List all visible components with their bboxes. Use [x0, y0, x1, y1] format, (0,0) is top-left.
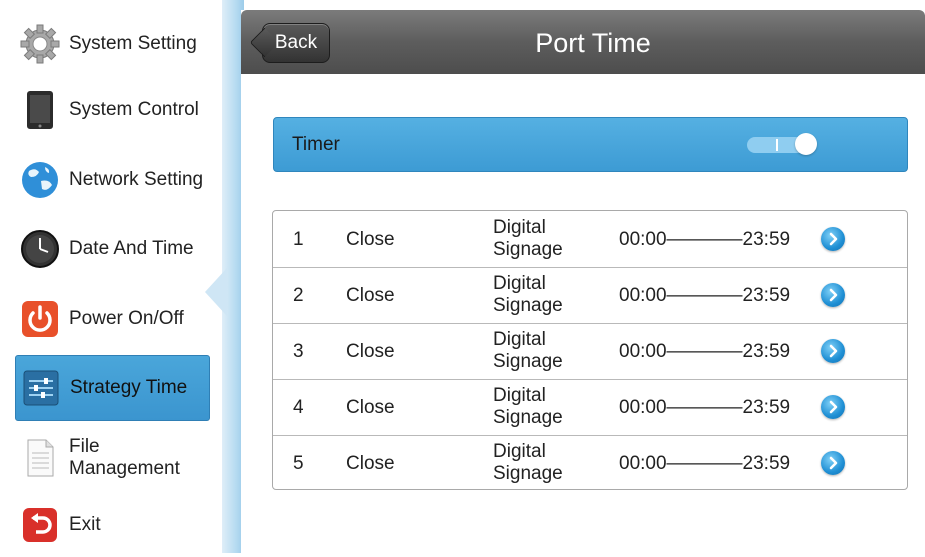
active-indicator — [205, 268, 227, 316]
row-number: 5 — [293, 453, 304, 474]
chevron-right-icon[interactable] — [821, 451, 845, 475]
sidebar-item-label: Network Setting — [69, 169, 204, 190]
row-mode-line2: Signage — [493, 407, 563, 428]
chevron-right-icon[interactable] — [821, 395, 845, 419]
sidebar-item-network-setting[interactable]: Network Setting — [15, 148, 208, 212]
toggle-knob — [795, 133, 817, 155]
table-row[interactable]: 3 Close Digital Signage 00:00————23:59 — [273, 323, 907, 380]
sidebar: System Setting System Control Network Se… — [0, 0, 222, 553]
chevron-right-icon[interactable] — [821, 339, 845, 363]
row-time: 00:00————23:59 — [619, 229, 791, 250]
table-row[interactable]: 2 Close Digital Signage 00:00————23:59 — [273, 267, 907, 324]
table-row[interactable]: 5 Close Digital Signage 00:00————23:59 — [273, 435, 907, 491]
row-number: 2 — [293, 285, 304, 306]
sidebar-item-strategy-time[interactable]: Strategy Time — [15, 355, 210, 421]
row-number: 3 — [293, 341, 304, 362]
main-panel: Port Time Back Timer 1 Close Digital Sig… — [241, 10, 925, 553]
row-mode: Digital Signage — [493, 273, 583, 317]
sidebar-item-power-on-off[interactable]: Power On/Off — [15, 287, 208, 351]
row-time: 00:00————23:59 — [619, 453, 791, 474]
header-bar: Port Time Back — [241, 10, 925, 74]
tablet-icon — [19, 89, 61, 131]
sidebar-item-system-control[interactable]: System Control — [15, 78, 208, 142]
row-mode-line1: Digital — [493, 385, 546, 406]
gear-icon — [19, 23, 61, 65]
back-button[interactable]: Back — [262, 23, 330, 63]
document-icon — [19, 437, 61, 479]
row-number: 4 — [293, 397, 304, 418]
row-mode-line1: Digital — [493, 273, 546, 294]
row-mode-line2: Signage — [493, 239, 563, 260]
sidebar-item-label: File Management — [69, 436, 180, 479]
row-mode-line2: Signage — [493, 463, 563, 484]
chevron-right-icon[interactable] — [821, 227, 845, 251]
timer-label: Timer — [292, 134, 340, 155]
clock-icon — [19, 228, 61, 270]
toggle-on-mark — [776, 139, 778, 151]
row-state: Close — [346, 397, 395, 418]
timer-toggle[interactable] — [747, 133, 819, 155]
sidebar-item-system-setting[interactable]: System Setting — [15, 12, 208, 76]
row-mode: Digital Signage — [493, 441, 583, 485]
schedule-table: 1 Close Digital Signage 00:00————23:59 2… — [272, 210, 908, 490]
row-mode: Digital Signage — [493, 329, 583, 373]
table-row[interactable]: 4 Close Digital Signage 00:00————23:59 — [273, 379, 907, 436]
back-button-label: Back — [274, 32, 318, 53]
row-state: Close — [346, 453, 395, 474]
sidebar-item-file-management[interactable]: File Management — [15, 426, 208, 490]
sidebar-item-label: System Control — [69, 99, 199, 120]
sidebar-item-label: Power On/Off — [69, 308, 184, 329]
row-mode-line2: Signage — [493, 295, 563, 316]
row-mode-line2: Signage — [493, 351, 563, 372]
row-mode: Digital Signage — [493, 385, 583, 429]
row-state: Close — [346, 341, 395, 362]
table-row[interactable]: 1 Close Digital Signage 00:00————23:59 — [273, 211, 907, 268]
row-number: 1 — [293, 229, 304, 250]
sidebar-item-label: Strategy Time — [70, 377, 188, 398]
power-icon — [19, 298, 61, 340]
chevron-right-icon[interactable] — [821, 283, 845, 307]
row-state: Close — [346, 229, 395, 250]
sidebar-item-date-and-time[interactable]: Date And Time — [15, 217, 208, 281]
row-state: Close — [346, 285, 395, 306]
row-mode: Digital Signage — [493, 217, 583, 261]
exit-icon — [19, 504, 61, 546]
sidebar-item-exit[interactable]: Exit — [15, 493, 208, 557]
row-time: 00:00————23:59 — [619, 285, 791, 306]
globe-icon — [19, 159, 61, 201]
row-mode-line1: Digital — [493, 217, 546, 238]
page-title: Port Time — [535, 28, 651, 58]
sliders-icon — [20, 367, 62, 409]
row-time: 00:00————23:59 — [619, 397, 791, 418]
sidebar-item-label: System Setting — [69, 33, 197, 54]
row-mode-line1: Digital — [493, 329, 546, 350]
row-mode-line1: Digital — [493, 441, 546, 462]
sidebar-item-label: Date And Time — [69, 238, 194, 259]
timer-row: Timer — [273, 117, 908, 172]
sidebar-item-label: Exit — [69, 514, 101, 535]
row-time: 00:00————23:59 — [619, 341, 791, 362]
